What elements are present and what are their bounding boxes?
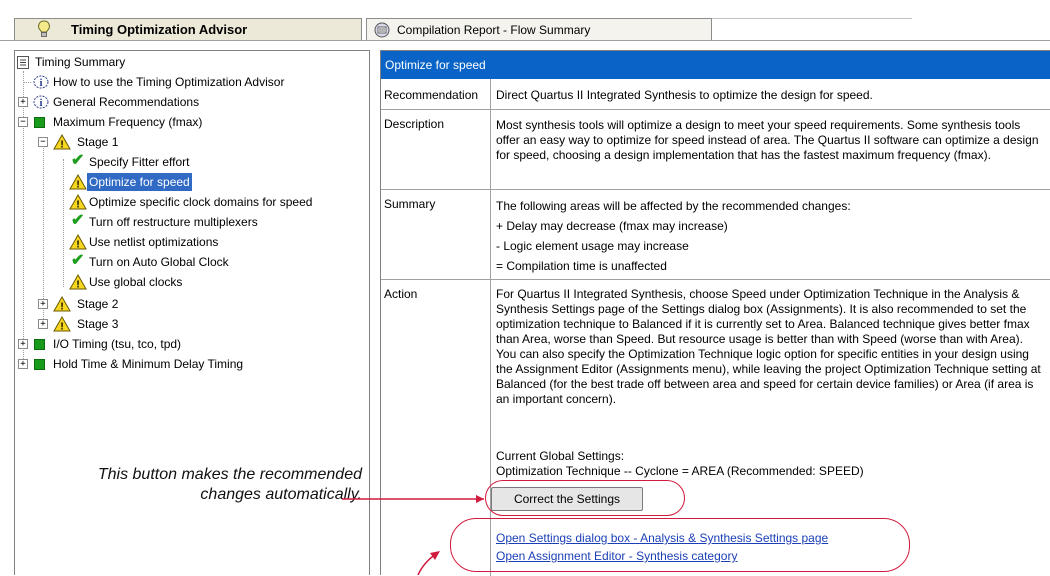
arrowhead-icon: [430, 551, 440, 560]
arrowhead-icon: [476, 495, 484, 503]
annotation-arrows: [342, 495, 484, 575]
